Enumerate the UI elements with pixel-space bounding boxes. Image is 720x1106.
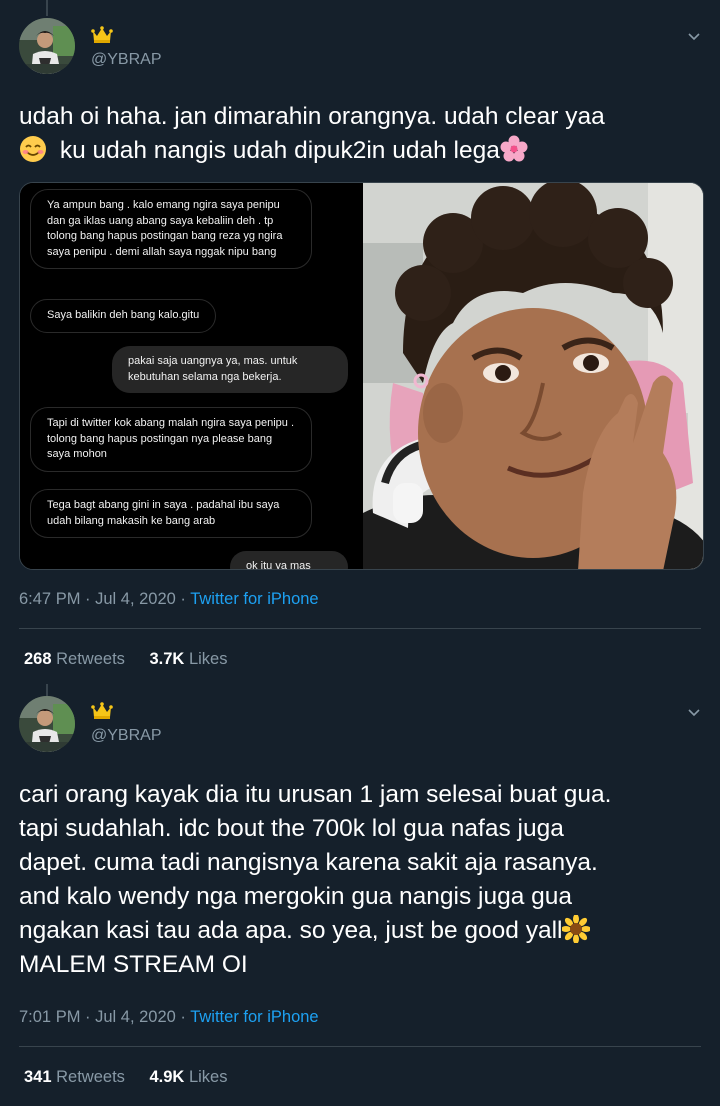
avatar[interactable]	[19, 18, 75, 74]
sunflower-icon	[562, 915, 591, 943]
likes-count: 3.7K	[149, 650, 185, 668]
crown-icon	[91, 702, 113, 719]
media-grid[interactable]: Ya ampun bang . kalo emang ngira saya pe…	[19, 182, 704, 570]
source-link[interactable]: Twitter for iPhone	[190, 1008, 318, 1026]
divider	[19, 628, 701, 629]
likes-stat[interactable]: 3.7K Likes	[150, 650, 228, 668]
tweet-stats: 268 Retweets 3.7K Likes	[24, 650, 227, 669]
crown-icon	[91, 26, 113, 43]
source-link[interactable]: Twitter for iPhone	[190, 590, 318, 608]
tweet-text-segment: ku udah nangis udah dipuk2in udah lega	[59, 137, 500, 164]
tweet-text-segment: ngakan kasi tau ada apa. so yea, just be…	[19, 917, 563, 944]
tweet-text: udah oi haha. jan dimarahin orangnya. ud…	[19, 100, 704, 168]
tweet-text-line: and kalo wendy nga mergokin gua nangis j…	[19, 883, 573, 910]
retweets-count: 341	[24, 1068, 52, 1086]
chat-message: pakai saja uangnya ya, mas. untuk kebutu…	[112, 346, 348, 393]
tweet-stats: 341 Retweets 4.9K Likes	[24, 1068, 227, 1087]
chat-message: Tega bagt abang gini in saya . padahal i…	[30, 489, 312, 538]
tweet-text-line: tapi sudahlah. idc bout the 700k lol gua…	[19, 815, 564, 842]
chat-message: Ya ampun bang . kalo emang ngira saya pe…	[30, 189, 312, 269]
likes-count: 4.9K	[149, 1068, 185, 1086]
avatar[interactable]	[19, 696, 75, 752]
tweet-1[interactable]: @YBRAP udah oi haha. jan dimarahin orang…	[0, 0, 720, 684]
likes-label: Likes	[188, 1068, 228, 1086]
tweet-text-line: ngakan kasi tau ada apa. so yea, just be…	[19, 914, 704, 948]
chat-message: Tapi di twitter kok abang malah ngira sa…	[30, 407, 312, 472]
chevron-down-icon[interactable]	[686, 28, 702, 44]
tweet-text-line: udah oi haha. jan dimarahin orangnya. ud…	[19, 103, 605, 130]
tweet-text-line: MALEM STREAM OI	[19, 951, 248, 978]
likes-stat[interactable]: 4.9K Likes	[150, 1068, 228, 1086]
selfie-illustration	[363, 183, 703, 569]
retweets-label: Retweets	[56, 1068, 125, 1086]
user-handle[interactable]: @YBRAP	[91, 727, 161, 745]
retweets-stat[interactable]: 268 Retweets	[24, 650, 125, 668]
likes-label: Likes	[188, 650, 228, 668]
tweet-text-line: cari orang kayak dia itu urusan 1 jam se…	[19, 781, 612, 808]
user-handle[interactable]: @YBRAP	[91, 51, 161, 69]
smiling-face-icon	[19, 135, 47, 163]
tweet-text: cari orang kayak dia itu urusan 1 jam se…	[19, 778, 704, 982]
retweets-count: 268	[24, 650, 52, 668]
timestamp-text[interactable]: 7:01 PM · Jul 4, 2020 ·	[19, 1008, 190, 1026]
selfie-photo[interactable]	[363, 183, 703, 569]
tweet-text-line: dapet. cuma tadi nangisnya karena sakit …	[19, 849, 598, 876]
tweet-timestamp[interactable]: 6:47 PM · Jul 4, 2020 · Twitter for iPho…	[19, 590, 319, 609]
tweet-2[interactable]: @YBRAP cari orang kayak dia itu urusan 1…	[0, 684, 720, 1106]
retweets-label: Retweets	[56, 650, 125, 668]
tweet-timestamp[interactable]: 7:01 PM · Jul 4, 2020 · Twitter for iPho…	[19, 1008, 319, 1027]
chevron-down-icon[interactable]	[686, 704, 702, 720]
chat-message: Saya balikin deh bang kalo.gitu	[30, 299, 217, 333]
chat-screenshot[interactable]: Ya ampun bang . kalo emang ngira saya pe…	[20, 183, 361, 569]
timestamp-text[interactable]: 6:47 PM · Jul 4, 2020 ·	[19, 590, 190, 608]
cherry-blossom-icon	[500, 135, 528, 163]
divider	[19, 1046, 701, 1047]
chat-message: ok itu ya mas	[230, 551, 348, 569]
tweet-text-line: ku udah nangis udah dipuk2in udah lega	[19, 134, 704, 168]
retweets-stat[interactable]: 341 Retweets	[24, 1068, 125, 1086]
